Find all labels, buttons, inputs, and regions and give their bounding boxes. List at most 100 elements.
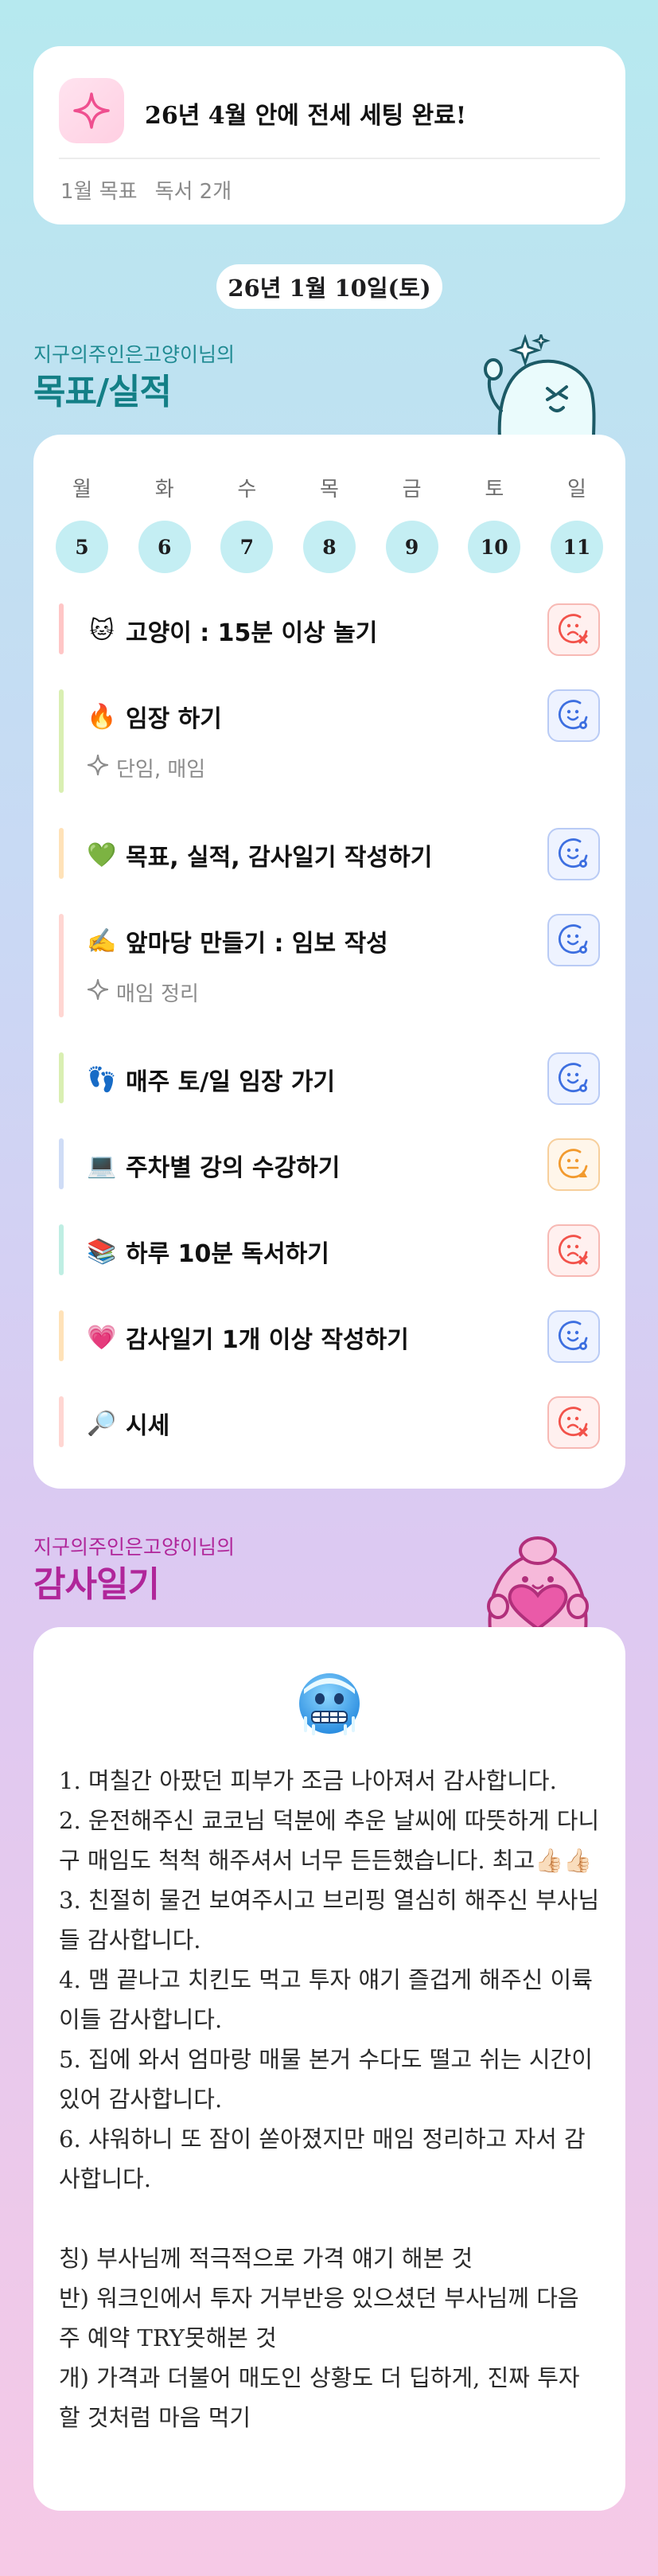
task-color-bar [59, 1310, 64, 1361]
day-column[interactable]: 월5 [56, 473, 108, 573]
gratitude-line: 4. 맴 끝나고 치킨도 먹고 투자 얘기 즐겁게 해주신 이륙이들 감사합니다… [59, 1966, 593, 2033]
ghost-mascot-icon [474, 331, 602, 441]
sparkle-small-icon [86, 753, 110, 783]
task-row[interactable]: 🐱 고양이 : 15분 이상 놀기 [59, 603, 600, 656]
task-subtitle-text: 매임 정리 [116, 982, 199, 1006]
task-color-bar [59, 689, 64, 793]
task-color-bar [59, 1224, 64, 1275]
task-title: 🔥 임장 하기 [86, 699, 222, 734]
month-goal-label: 1월 목표 [60, 180, 138, 204]
task-label: 하루 10분 독서하기 [126, 1240, 329, 1268]
gratitude-line: 5. 집에 와서 엄마랑 매물 본거 수다도 떨고 쉬는 시간이 있어 감사합니… [59, 2046, 601, 2113]
gratitude-section-title: 감사일기 [33, 1564, 160, 1605]
sparkle-small-icon [86, 978, 110, 1007]
day-number[interactable]: 11 [550, 521, 603, 573]
task-label: 고양이 : 15분 이상 놀기 [126, 619, 378, 647]
task-row[interactable]: 📚 하루 10분 독서하기 [59, 1224, 600, 1277]
task-title: 💚 목표, 실적, 감사일기 작성하기 [86, 837, 432, 872]
task-color-bar [59, 828, 64, 879]
task-row[interactable]: ✍️ 앞마당 만들기 : 임보 작성매임 정리 [59, 914, 600, 1017]
month-goal: 1월 목표 독서 2개 [60, 175, 249, 205]
day-number[interactable]: 6 [138, 521, 191, 573]
task-label: 목표, 실적, 감사일기 작성하기 [126, 844, 433, 872]
freezing-face-icon [296, 1670, 363, 1737]
task-title: 🐱 고양이 : 15분 이상 놀기 [86, 613, 377, 648]
task-subtitle-text: 단임, 매임 [116, 758, 206, 782]
heart-mascot-icon [474, 1527, 602, 1633]
day-number[interactable]: 8 [302, 521, 356, 573]
task-row[interactable]: 👣 매주 토/일 임장 가기 [59, 1052, 600, 1105]
day-number[interactable]: 7 [220, 521, 274, 573]
task-title: ✍️ 앞마당 만들기 : 임보 작성 [86, 923, 388, 958]
gratitude-line: 6. 샤워하니 또 잠이 쏟아졌지만 매임 정리하고 자서 감사합니다. [59, 2125, 586, 2192]
task-emoji-icon: 💻 [87, 1151, 117, 1180]
sad-face-x-icon[interactable] [547, 1224, 600, 1277]
task-label: 매주 토/일 임장 가기 [126, 1068, 336, 1096]
day-column[interactable]: 화6 [138, 473, 191, 573]
day-name: 일 [567, 478, 586, 502]
task-emoji-icon: 💚 [87, 841, 117, 869]
date-pill[interactable]: 26년 1월 10일(토) [216, 264, 442, 309]
task-color-bar [59, 914, 64, 1017]
task-emoji-icon: 💗 [87, 1323, 117, 1352]
task-emoji-icon: 📚 [87, 1237, 117, 1266]
smile-face-check-icon[interactable] [547, 689, 600, 742]
task-color-bar [59, 1396, 64, 1447]
task-emoji-icon: ✍️ [87, 927, 117, 955]
task-color-bar [59, 1138, 64, 1189]
gratitude-line: 칭) 부사님께 적극적으로 가격 얘기 해본 것 [59, 2245, 473, 2272]
task-label: 앞마당 만들기 : 임보 작성 [126, 930, 388, 958]
task-emoji-icon: 🔥 [87, 702, 117, 731]
task-subtitle: 매임 정리 [86, 978, 199, 1007]
neutral-face-warning-icon[interactable] [547, 1138, 600, 1191]
day-column[interactable]: 토 10 [468, 473, 521, 573]
divider [59, 158, 600, 159]
task-title: 💻 주차별 강의 수강하기 [86, 1148, 340, 1183]
gratitude-line: 1. 며칠간 아팠던 피부가 조금 나아져서 감사합니다. [59, 1767, 557, 1794]
day-name: 수 [237, 478, 257, 502]
smile-face-check-icon[interactable] [547, 828, 600, 880]
goals-card: 월 5 화 6 수 7 목 8 금 9 토 10 일 11 🐱 고양이 : 15분 이상 놀기 🔥 임장 하기 단… [33, 435, 625, 1489]
day-number[interactable]: 10 [468, 521, 521, 573]
goal-card[interactable]: 26년 4월 안에 전세 세팅 완료! 1월 목표 독서 2개 [33, 46, 625, 224]
goals-section-title: 목표/실적 [33, 372, 172, 412]
sad-face-x-icon[interactable] [547, 603, 600, 656]
task-color-bar [59, 1052, 64, 1103]
task-label: 시세 [126, 1412, 170, 1440]
task-title: 💗 감사일기 1개 이상 작성하기 [86, 1320, 409, 1355]
task-label: 감사일기 1개 이상 작성하기 [126, 1326, 409, 1354]
task-emoji-icon: 👣 [87, 1065, 117, 1094]
day-name: 토 [485, 478, 504, 502]
day-number[interactable]: 9 [385, 521, 438, 573]
task-row[interactable]: 🔎 시세 [59, 1396, 600, 1449]
day-column[interactable]: 일 11 [550, 473, 603, 573]
task-row[interactable]: 💻 주차별 강의 수강하기 [59, 1138, 600, 1191]
gratitude-line: 2. 운전해주신 쿄코님 덕분에 추운 날씨에 따뜻하게 다니구 매임도 척척 … [59, 1807, 600, 1874]
task-subtitle: 단임, 매임 [86, 753, 205, 783]
task-title: 👣 매주 토/일 임장 가기 [86, 1062, 335, 1097]
gratitude-line: 개) 가격과 더불어 매도인 상황도 더 딥하게, 진짜 투자할 것처럼 마음 … [59, 2364, 580, 2431]
day-column[interactable]: 수7 [220, 473, 274, 573]
task-row[interactable]: 💗 감사일기 1개 이상 작성하기 [59, 1310, 600, 1363]
sparkle-icon [59, 78, 124, 143]
smile-face-check-icon[interactable] [547, 914, 600, 966]
smile-face-check-icon[interactable] [547, 1310, 600, 1363]
task-title: 📚 하루 10분 독서하기 [86, 1234, 329, 1269]
sad-face-x-icon[interactable] [547, 1396, 600, 1449]
task-row[interactable]: 🔥 임장 하기단임, 매임 [59, 689, 600, 793]
week-row: 월 5 화 6 수 7 목 8 금 9 토 10 일 11 [56, 473, 603, 573]
task-color-bar [59, 603, 64, 654]
smile-face-check-icon[interactable] [547, 1052, 600, 1105]
month-goal-value: 독서 2개 [154, 180, 232, 204]
task-emoji-icon: 🔎 [87, 1409, 117, 1438]
task-title: 🔎 시세 [86, 1406, 169, 1441]
task-label: 주차별 강의 수강하기 [126, 1154, 341, 1182]
day-column[interactable]: 금9 [385, 473, 438, 573]
task-emoji-icon: 🐱 [89, 616, 115, 645]
gratitude-line: 3. 친절히 물건 보여주시고 브리핑 열심히 해주신 부사님들 감사합니다. [59, 1887, 600, 1953]
gratitude-line [59, 2199, 600, 2238]
task-row[interactable]: 💚 목표, 실적, 감사일기 작성하기 [59, 828, 600, 880]
day-column[interactable]: 목8 [302, 473, 356, 573]
gratitude-text: 1. 며칠간 아팠던 피부가 조금 나아져서 감사합니다. 2. 운전해주신 쿄코… [59, 1761, 600, 2437]
day-number[interactable]: 5 [56, 521, 108, 573]
